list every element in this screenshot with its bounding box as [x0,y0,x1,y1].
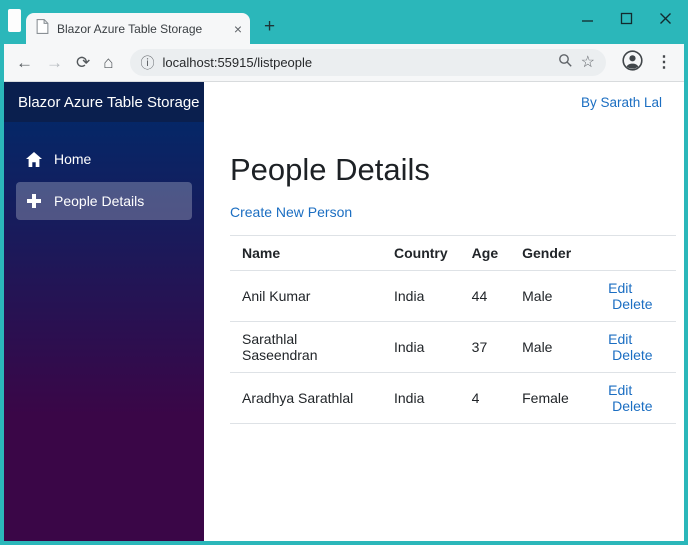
sidebar-item-home[interactable]: Home [16,140,192,178]
tab-strip: Blazor Azure Table Storage × + [4,4,684,44]
table-row: Sarathlal Saseendran India 37 Male Edit … [230,321,676,373]
sidebar: Home People Details [4,122,204,541]
table-header-row: Name Country Age Gender [230,235,676,271]
sidebar-item-label: Home [54,151,92,167]
profile-avatar-icon[interactable] [622,49,643,76]
people-table: Name Country Age Gender Anil Kumar India… [230,235,676,424]
edit-link[interactable]: Edit [608,382,632,398]
page-icon [36,18,49,39]
app-brand: Blazor Azure Table Storage [4,82,204,122]
browser-menu-icon[interactable]: ⋮ [656,54,672,71]
home-nav-icon [26,151,42,167]
app-header: Blazor Azure Table Storage By Sarath Lal [4,82,684,122]
cell-gender: Male [510,321,597,373]
header-country: Country [382,235,460,271]
cell-gender: Male [510,270,597,322]
cell-name: Aradhya Sarathlal [230,372,382,424]
maximize-icon[interactable] [620,12,633,25]
delete-link[interactable]: Delete [612,398,652,414]
page-title: People Details [230,152,430,187]
cell-name: Sarathlal Saseendran [230,321,382,373]
app-body: Home People Details People Details Creat… [4,122,684,541]
table-row: Aradhya Sarathlal India 4 Female Edit De… [230,372,676,424]
site-info-icon[interactable]: ⓘ [141,56,155,70]
edit-link[interactable]: Edit [608,331,632,347]
sidebar-item-label: People Details [54,193,145,209]
cell-age: 37 [459,321,511,373]
address-bar[interactable]: ⓘ localhost:55915/listpeople ☆ [129,49,606,76]
cell-age: 4 [459,372,511,424]
header-actions [596,235,676,271]
browser-window: Blazor Azure Table Storage × + ← → ⟳ ⌂ ⓘ… [0,0,688,545]
back-icon[interactable]: ← [16,54,33,71]
browser-toolbar: ← → ⟳ ⌂ ⓘ localhost:55915/listpeople ☆ ⋮ [4,44,684,82]
header-gender: Gender [510,235,597,271]
tab-close-icon[interactable]: × [234,22,242,36]
cell-actions: Edit Delete [596,372,676,424]
forward-icon[interactable]: → [46,54,63,71]
cell-age: 44 [459,270,511,322]
new-tab-button[interactable]: + [264,17,275,36]
cell-name: Anil Kumar [230,270,382,322]
window-controls [581,12,672,25]
cell-country: India [382,270,460,322]
delete-link[interactable]: Delete [612,296,652,312]
cell-gender: Female [510,372,597,424]
cell-country: India [382,372,460,424]
edit-link[interactable]: Edit [608,280,632,296]
corner-chip [8,9,21,32]
cell-country: India [382,321,460,373]
zoom-icon[interactable] [558,53,573,73]
home-icon[interactable]: ⌂ [103,54,113,71]
browser-tab[interactable]: Blazor Azure Table Storage × [26,13,250,44]
table-row: Anil Kumar India 44 Male Edit Delete [230,270,676,322]
minimize-icon[interactable] [581,12,594,25]
plus-nav-icon [26,194,42,208]
cell-actions: Edit Delete [596,270,676,322]
create-new-person-link[interactable]: Create New Person [230,204,352,220]
tab-title: Blazor Azure Table Storage [57,21,203,36]
delete-link[interactable]: Delete [612,347,652,363]
main-content: People Details Create New Person Name Co… [204,122,684,541]
header-name: Name [230,235,382,271]
sidebar-item-people-details[interactable]: People Details [16,182,192,220]
cell-actions: Edit Delete [596,321,676,373]
url-text: localhost:55915/listpeople [162,55,313,70]
close-icon[interactable] [659,12,672,25]
header-age: Age [459,235,511,271]
refresh-icon[interactable]: ⟳ [76,54,90,71]
bookmark-star-icon[interactable]: ☆ [581,54,595,71]
byline-link[interactable]: By Sarath Lal [581,95,662,110]
app-header-right: By Sarath Lal [204,82,684,122]
